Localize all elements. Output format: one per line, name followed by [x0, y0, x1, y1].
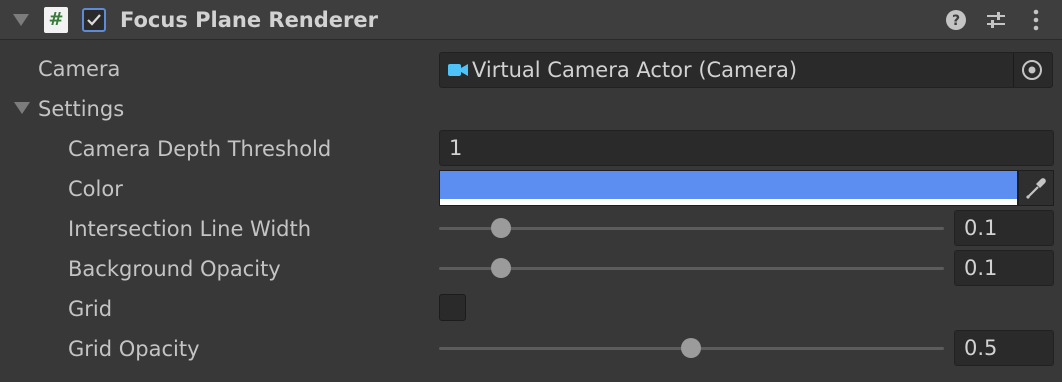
camera-label: Camera [38, 57, 121, 81]
intersection-line-width-slider[interactable] [439, 227, 944, 230]
help-icon[interactable]: ? [944, 8, 968, 32]
foldout-arrow-icon[interactable] [13, 14, 29, 26]
svg-text:?: ? [952, 13, 960, 29]
component-enabled-checkbox[interactable] [82, 8, 106, 32]
color-label: Color [68, 177, 123, 201]
eyedropper-button[interactable] [1018, 170, 1054, 206]
grid-opacity-slider-thumb[interactable] [681, 338, 701, 358]
grid-label: Grid [68, 297, 113, 321]
grid-opacity-label: Grid Opacity [68, 337, 200, 361]
component-title: Focus Plane Renderer [120, 8, 378, 32]
camera-depth-threshold-input[interactable]: 1 [439, 130, 1054, 166]
object-picker-icon [1022, 60, 1042, 80]
settings-label[interactable]: Settings [38, 95, 124, 123]
eyedropper-icon [1026, 178, 1046, 199]
camera-icon [448, 64, 468, 76]
intersection-line-width-slider-thumb[interactable] [491, 218, 512, 238]
checkmark-icon [87, 14, 101, 26]
settings-foldout-arrow-icon[interactable] [14, 102, 30, 114]
camera-value: Virtual Camera Actor (Camera) [472, 58, 798, 82]
grid-checkbox[interactable] [439, 294, 466, 321]
background-opacity-label: Background Opacity [68, 257, 281, 281]
object-picker-button[interactable] [1013, 53, 1052, 87]
camera-depth-threshold-label: Camera Depth Threshold [68, 137, 332, 161]
grid-opacity-input[interactable]: 0.5 [954, 330, 1054, 366]
intersection-line-width-input[interactable]: 0.1 [954, 210, 1054, 246]
camera-object-field[interactable]: Virtual Camera Actor (Camera) [439, 52, 1053, 88]
color-swatch[interactable] [439, 170, 1018, 206]
intersection-line-width-label: Intersection Line Width [68, 217, 312, 241]
presets-icon[interactable] [984, 8, 1008, 32]
background-opacity-slider-thumb[interactable] [491, 258, 512, 278]
more-menu-icon[interactable] [1024, 8, 1048, 32]
background-opacity-input[interactable]: 0.1 [954, 250, 1054, 286]
background-opacity-slider[interactable] [439, 267, 944, 270]
script-icon: # [44, 7, 68, 33]
component-header[interactable]: # Focus Plane Renderer ? [0, 0, 1062, 40]
color-alpha-bar [440, 199, 1017, 205]
